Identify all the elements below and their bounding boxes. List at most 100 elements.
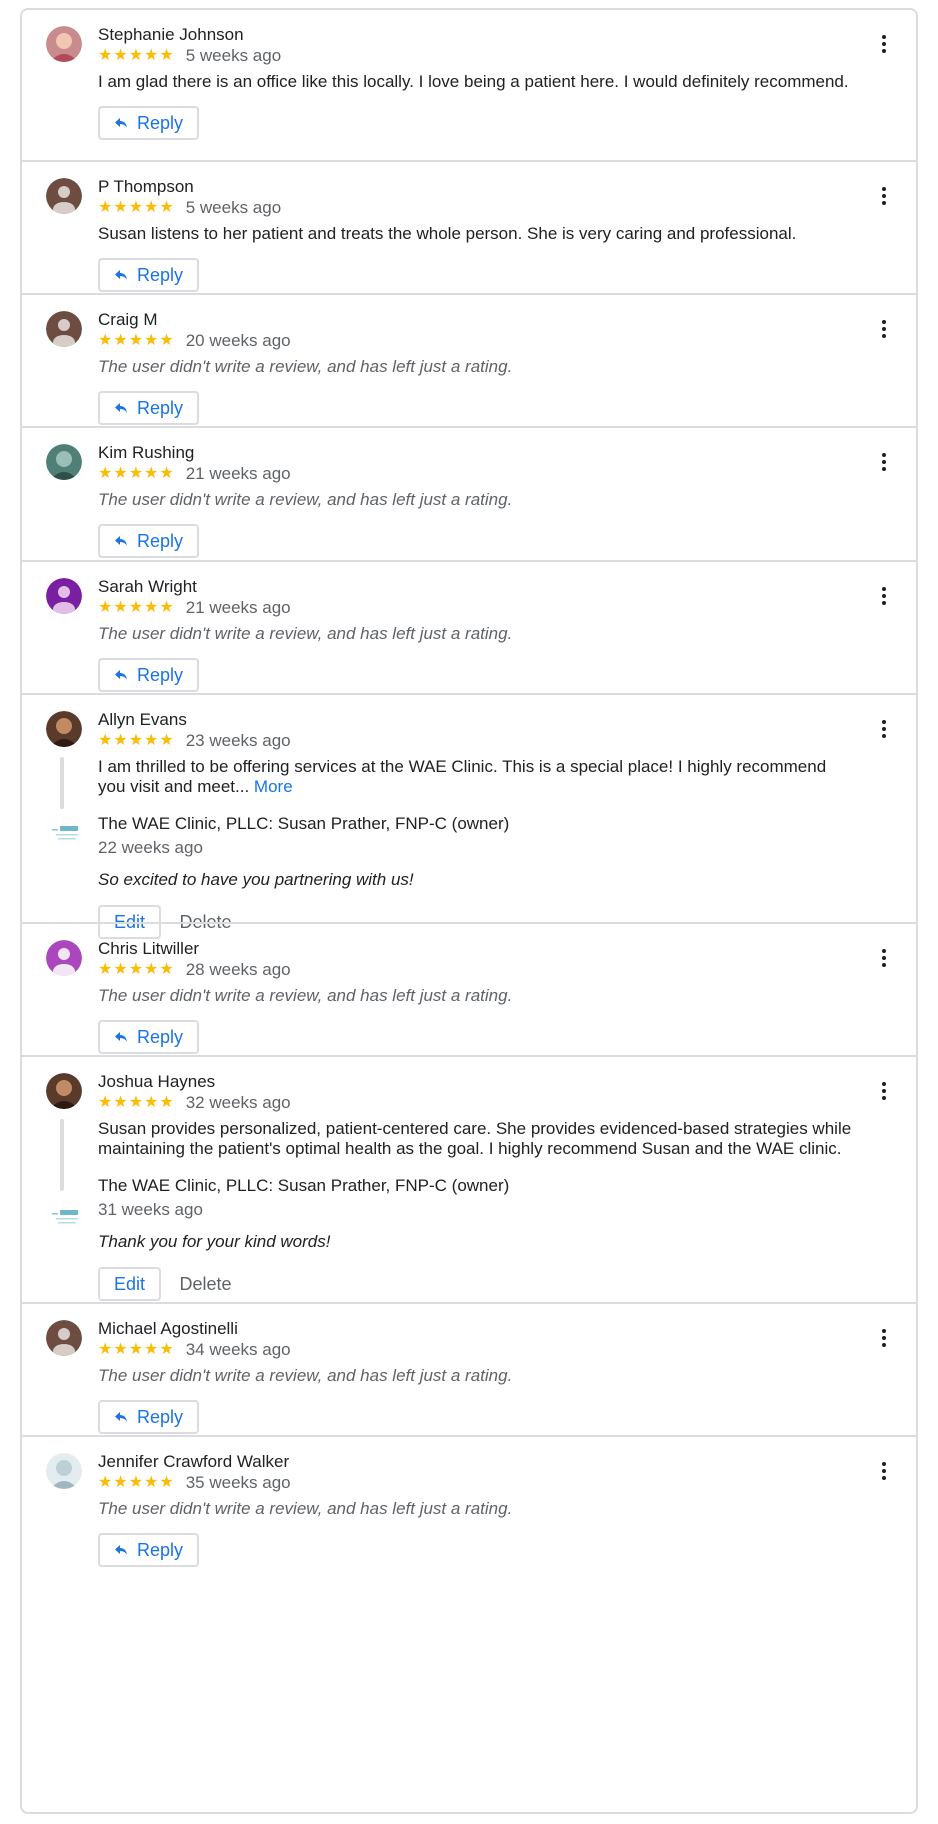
reviewer-name[interactable]: Jennifer Crawford Walker xyxy=(98,1451,856,1473)
review-date: 34 weeks ago xyxy=(185,1340,291,1359)
more-options-icon[interactable] xyxy=(872,28,896,60)
review-date: 23 weeks ago xyxy=(185,731,291,750)
owner-response-name: The WAE Clinic, PLLC: Susan Prather, FNP… xyxy=(98,814,510,833)
reviewer-avatar[interactable] xyxy=(46,940,82,976)
star-rating: ★★★★★ xyxy=(98,199,175,216)
review-text: The user didn't write a review, and has … xyxy=(98,624,513,643)
star-rating: ★★★★★ xyxy=(98,961,175,978)
star-rating: ★★★★★ xyxy=(98,332,175,349)
star-rating: ★★★★★ xyxy=(98,1474,175,1491)
delete-button[interactable]: Delete xyxy=(179,1267,231,1301)
reviewer-name[interactable]: P Thompson xyxy=(98,176,856,198)
review-text: I am thrilled to be offering services at… xyxy=(98,757,827,796)
review-text: I am glad there is an office like this l… xyxy=(98,72,849,91)
clinic-logo-icon xyxy=(50,1207,82,1227)
more-options-icon[interactable] xyxy=(872,446,896,478)
review-card: P Thompson ★★★★★ 5 weeks ago Susan liste… xyxy=(22,160,916,293)
reviewer-name[interactable]: Allyn Evans xyxy=(98,709,856,731)
more-options-icon[interactable] xyxy=(872,580,896,612)
reply-button[interactable]: Reply xyxy=(98,106,200,140)
review-card: Kim Rushing ★★★★★ 21 weeks ago The user … xyxy=(22,426,916,560)
reply-button[interactable]: Reply xyxy=(98,1400,200,1434)
star-rating: ★★★★★ xyxy=(98,1094,175,1111)
reply-button[interactable]: Reply xyxy=(98,1020,200,1054)
review-text: Susan listens to her patient and treats … xyxy=(98,224,797,243)
reviewer-avatar[interactable] xyxy=(46,311,82,347)
star-rating: ★★★★★ xyxy=(98,465,175,482)
review-date: 21 weeks ago xyxy=(185,464,291,483)
owner-response-text: Thank you for your kind words! xyxy=(98,1232,331,1251)
owner-response-text: So excited to have you partnering with u… xyxy=(98,870,414,889)
reviewer-avatar[interactable] xyxy=(46,1073,82,1109)
star-rating: ★★★★★ xyxy=(98,1341,175,1358)
edit-button[interactable]: Edit xyxy=(98,1267,162,1301)
reply-icon xyxy=(114,669,128,681)
more-options-icon[interactable] xyxy=(872,1075,896,1107)
review-text: Susan provides personalized, patient-cen… xyxy=(98,1119,852,1158)
owner-response-date: 31 weeks ago xyxy=(98,1200,203,1219)
review-date: 35 weeks ago xyxy=(185,1473,291,1492)
reviewer-avatar[interactable] xyxy=(46,444,82,480)
more-options-icon[interactable] xyxy=(872,313,896,345)
owner-response-date: 22 weeks ago xyxy=(98,838,203,857)
thread-line xyxy=(60,757,64,809)
review-text: The user didn't write a review, and has … xyxy=(98,357,513,376)
reply-icon xyxy=(114,1411,128,1423)
reply-icon xyxy=(114,402,128,414)
reviewer-avatar[interactable] xyxy=(46,178,82,214)
review-date: 32 weeks ago xyxy=(185,1093,291,1112)
reviewer-avatar[interactable] xyxy=(46,711,82,747)
reply-button[interactable]: Reply xyxy=(98,1533,200,1567)
review-date: 28 weeks ago xyxy=(185,960,291,979)
reviewer-name[interactable]: Chris Litwiller xyxy=(98,938,856,960)
reviewer-avatar[interactable] xyxy=(46,1320,82,1356)
reply-button[interactable]: Reply xyxy=(98,658,200,692)
reply-icon xyxy=(114,535,128,547)
star-rating: ★★★★★ xyxy=(98,732,175,749)
thread-line xyxy=(60,1119,64,1191)
review-card: Jennifer Crawford Walker ★★★★★ 35 weeks … xyxy=(22,1435,916,1568)
clinic-logo-icon xyxy=(50,823,82,843)
owner-response-name: The WAE Clinic, PLLC: Susan Prather, FNP… xyxy=(98,1176,510,1195)
review-date: 5 weeks ago xyxy=(185,46,282,65)
review-card: Chris Litwiller ★★★★★ 28 weeks ago The u… xyxy=(22,922,916,1055)
reply-button[interactable]: Reply xyxy=(98,391,200,425)
more-options-icon[interactable] xyxy=(872,1455,896,1487)
review-text: The user didn't write a review, and has … xyxy=(98,490,513,509)
star-rating: ★★★★★ xyxy=(98,599,175,616)
review-text: The user didn't write a review, and has … xyxy=(98,1366,513,1385)
reviewer-avatar[interactable] xyxy=(46,1453,82,1489)
reply-icon xyxy=(114,117,128,129)
review-card: Stephanie Johnson ★★★★★ 5 weeks ago I am… xyxy=(22,10,916,160)
reviewer-name[interactable]: Sarah Wright xyxy=(98,576,856,598)
reviewer-name[interactable]: Joshua Haynes xyxy=(98,1071,856,1093)
review-text: The user didn't write a review, and has … xyxy=(98,986,513,1005)
star-rating: ★★★★★ xyxy=(98,47,175,64)
reply-icon xyxy=(114,1544,128,1556)
more-options-icon[interactable] xyxy=(872,713,896,745)
review-card: Joshua Haynes ★★★★★ 32 weeks ago Susan p… xyxy=(22,1055,916,1302)
review-card: Sarah Wright ★★★★★ 21 weeks ago The user… xyxy=(22,560,916,693)
reviewer-name[interactable]: Kim Rushing xyxy=(98,442,856,464)
review-date: 21 weeks ago xyxy=(185,598,291,617)
more-options-icon[interactable] xyxy=(872,942,896,974)
review-card: Craig M ★★★★★ 20 weeks ago The user didn… xyxy=(22,293,916,426)
reply-button[interactable]: Reply xyxy=(98,524,200,558)
reply-icon xyxy=(114,1031,128,1043)
reviewer-name[interactable]: Michael Agostinelli xyxy=(98,1318,856,1340)
reviews-list: Stephanie Johnson ★★★★★ 5 weeks ago I am… xyxy=(20,8,918,1814)
reply-icon xyxy=(114,269,128,281)
review-card: Allyn Evans ★★★★★ 23 weeks ago I am thri… xyxy=(22,693,916,939)
reviewer-name[interactable]: Stephanie Johnson xyxy=(98,24,856,46)
reply-button[interactable]: Reply xyxy=(98,258,200,292)
more-options-icon[interactable] xyxy=(872,1322,896,1354)
reviewer-name[interactable]: Craig M xyxy=(98,309,856,331)
review-date: 5 weeks ago xyxy=(185,198,282,217)
review-date: 20 weeks ago xyxy=(185,331,291,350)
more-link[interactable]: More xyxy=(254,777,293,796)
more-options-icon[interactable] xyxy=(872,180,896,212)
reviewer-avatar[interactable] xyxy=(46,578,82,614)
review-text: The user didn't write a review, and has … xyxy=(98,1499,513,1518)
review-card: Michael Agostinelli ★★★★★ 34 weeks ago T… xyxy=(22,1302,916,1435)
reviewer-avatar[interactable] xyxy=(46,26,82,62)
